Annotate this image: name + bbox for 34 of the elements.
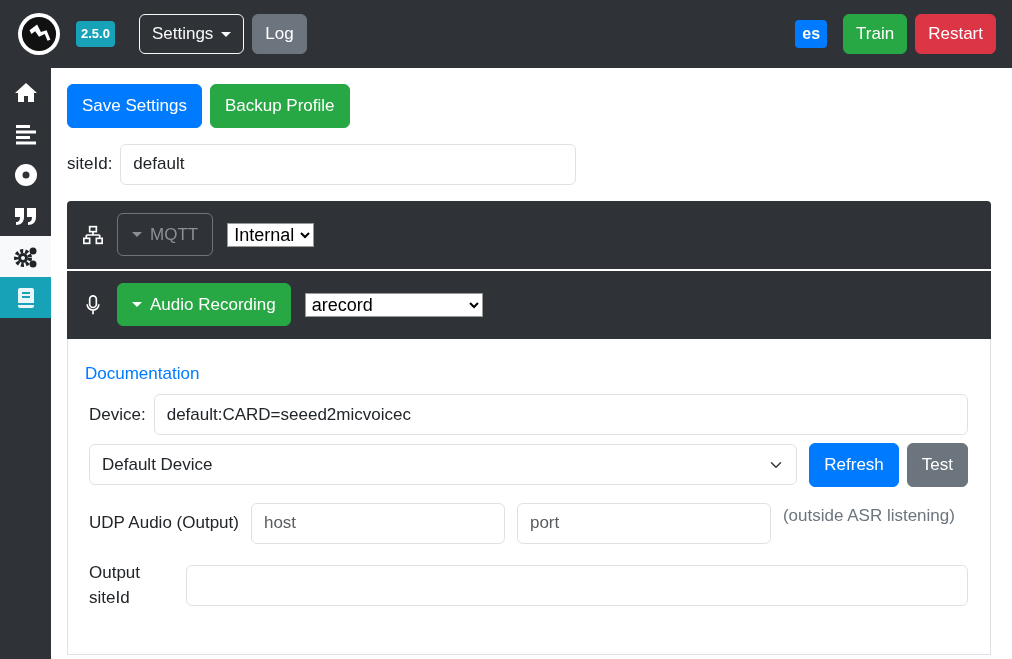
device-select[interactable]: Default Device [89, 444, 798, 486]
version-badge: 2.5.0 [76, 21, 115, 47]
section-toggle-button[interactable]: MQTT [117, 212, 214, 257]
home-icon [13, 80, 38, 105]
caret-icon [132, 302, 142, 307]
save-settings-button[interactable]: Save Settings [67, 84, 202, 128]
train-button[interactable]: Train [843, 14, 908, 54]
sidebar-item[interactable] [0, 236, 51, 277]
host-field[interactable]: host [250, 502, 505, 544]
field-label: Output siteId [89, 561, 142, 609]
field-label: siteId: [67, 153, 113, 176]
hint-text: (outside ASR listening) [782, 504, 955, 527]
caret-icon [132, 232, 142, 237]
port-field[interactable]: port [516, 502, 771, 544]
log-button[interactable]: Log [252, 14, 307, 54]
network-icon [83, 224, 103, 245]
language-badge: es [795, 20, 828, 48]
service-select[interactable]: Internal [227, 222, 315, 247]
output-site-id-field[interactable] [186, 564, 968, 606]
site-id-field[interactable]: default [120, 143, 577, 185]
field-label: UDP Audio (Output) [89, 512, 239, 535]
restart-button[interactable]: Restart [915, 14, 996, 54]
test-button[interactable]: Test [906, 443, 968, 487]
caret-icon [221, 31, 232, 37]
record-icon [13, 162, 38, 187]
device-field[interactable]: default:CARD=seeed2micvoicec [153, 394, 968, 435]
service-select[interactable]: arecord [304, 292, 483, 317]
refresh-button[interactable]: Refresh [809, 443, 899, 487]
settings-dropdown[interactable]: Settings [138, 14, 245, 54]
field-label: Device: [89, 403, 146, 426]
microphone-icon [83, 294, 103, 315]
backup-profile-button[interactable]: Backup Profile [209, 84, 350, 128]
section-toggle-button[interactable]: Audio Recording [117, 282, 291, 327]
documentation-link[interactable]: Documentation [85, 360, 200, 386]
